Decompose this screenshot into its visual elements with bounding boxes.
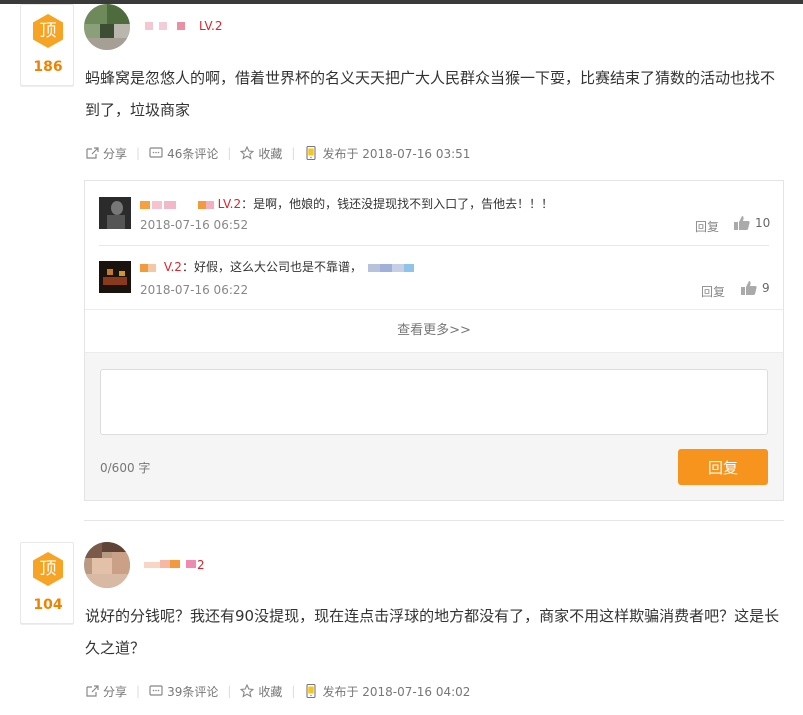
favorite-label: 收藏 — [258, 146, 283, 161]
reply-time: 2018-07-16 06:22 — [140, 283, 249, 297]
publish-info: 发布于 2018-07-16 03:51 — [304, 145, 470, 162]
comments-count: 39条评论 — [167, 684, 219, 699]
user-level: 2 — [197, 558, 205, 572]
comments-button[interactable]: 39条评论 — [149, 683, 218, 700]
share-icon — [85, 146, 99, 160]
reply-user-level: LV.2 — [217, 197, 242, 211]
divider: | — [227, 684, 232, 698]
phone-icon — [304, 683, 318, 699]
reply-blurred-mention — [367, 263, 416, 272]
comment-divider — [84, 520, 784, 521]
comment-bubble-icon — [149, 684, 163, 698]
reply-button[interactable]: 回复 — [695, 218, 719, 235]
reply-username-blurred[interactable] — [140, 263, 156, 272]
upvote-box[interactable]: 顶 104 — [20, 542, 74, 624]
comment-text: 说好的分钱呢？我还有90没提现，现在连点击浮球的地方都没有了，商家不用这样欺骗消… — [85, 607, 780, 657]
upvote-hexagon-icon: 顶 — [30, 13, 66, 49]
comment-actions: 分享 | 39条评论 | 收藏 | 发布于 2018-07-16 04:02 — [85, 681, 470, 701]
favorite-button[interactable]: 收藏 — [240, 683, 282, 700]
upvote-count: 104 — [33, 597, 63, 613]
user-level: LV.2 — [199, 19, 223, 33]
phone-icon — [304, 145, 318, 161]
reply-text: ：好假，这么大公司也是不靠谱， — [181, 260, 362, 274]
reply-avatar[interactable] — [99, 261, 131, 293]
divider: | — [136, 684, 141, 698]
thumbs-up-icon — [740, 280, 758, 296]
comment-bubble-icon — [149, 146, 163, 160]
share-label: 分享 — [103, 146, 128, 161]
like-button[interactable]: 10 — [733, 215, 770, 231]
thumbs-up-icon — [733, 215, 751, 231]
comments-button[interactable]: 46条评论 — [149, 145, 218, 162]
comment-actions: 分享 | 46条评论 | 收藏 | 发布于 2018-07-16 03:51 — [85, 143, 470, 163]
divider: | — [136, 146, 141, 160]
upvote-label: 顶 — [39, 21, 57, 41]
reply-editor: 0/600 字 回复 — [85, 352, 783, 500]
divider: | — [227, 146, 232, 160]
upvote-box[interactable]: 顶 186 — [20, 4, 74, 86]
char-count: 0/600 字 — [100, 461, 151, 475]
like-count: 10 — [755, 216, 771, 230]
reply-button[interactable]: 回复 — [701, 283, 725, 300]
comment-text: 蚂蜂窝是忽悠人的啊，借着世界杯的名义天天把广大人民群众当猴一下耍，比赛结束了猜数… — [85, 69, 776, 119]
like-button[interactable]: 9 — [740, 280, 770, 296]
publish-info: 发布于 2018-07-16 04:02 — [304, 683, 470, 700]
username-blurred[interactable] — [144, 560, 184, 568]
username-blurred[interactable] — [145, 22, 187, 30]
share-label: 分享 — [103, 684, 128, 699]
upvote-hexagon-icon: 顶 — [30, 551, 66, 587]
reply-panel: LV.2：是啊，他娘的，钱还没提现找不到入口了，告他去！！！ 2018-07-1… — [84, 180, 784, 501]
divider: | — [291, 684, 296, 698]
share-button[interactable]: 分享 — [85, 683, 127, 700]
view-more-link[interactable]: 查看更多>> — [85, 309, 783, 351]
share-icon — [85, 684, 99, 698]
reply-time: 2018-07-16 06:52 — [140, 218, 249, 232]
reply-username-blurred[interactable] — [140, 200, 188, 209]
like-count: 9 — [762, 281, 770, 295]
star-icon — [240, 683, 255, 698]
reply-text: ：是啊，他娘的，钱还没提现找不到入口了，告他去！！！ — [241, 197, 554, 211]
publish-time: 发布于 2018-07-16 04:02 — [322, 684, 471, 699]
divider: | — [291, 146, 296, 160]
user-avatar[interactable] — [84, 542, 130, 588]
reply-user-level: V.2 — [163, 260, 182, 274]
reply-username-blurred-2[interactable] — [197, 200, 214, 209]
star-icon — [240, 145, 255, 160]
reply-line: LV.2：是啊，他娘的，钱还没提现找不到入口了，告他去！！！ — [140, 195, 553, 212]
reply-avatar[interactable] — [99, 197, 131, 229]
reply-item: LV.2：是啊，他娘的，钱还没提现找不到入口了，告他去！！！ 2018-07-1… — [85, 181, 783, 245]
username-blurred-2[interactable] — [186, 560, 196, 568]
upvote-label: 顶 — [39, 559, 57, 579]
publish-time: 发布于 2018-07-16 03:51 — [322, 146, 471, 161]
share-button[interactable]: 分享 — [85, 145, 127, 162]
user-avatar[interactable] — [84, 4, 130, 50]
upvote-count: 186 — [33, 59, 63, 75]
reply-item: V.2：好假，这么大公司也是不靠谱， 2018-07-16 06:22 回复 9 — [85, 245, 783, 309]
favorite-label: 收藏 — [258, 684, 283, 699]
submit-reply-button[interactable]: 回复 — [678, 449, 768, 485]
comments-count: 46条评论 — [167, 146, 219, 161]
reply-input[interactable] — [100, 369, 768, 435]
reply-line: V.2：好假，这么大公司也是不靠谱， — [140, 258, 416, 275]
favorite-button[interactable]: 收藏 — [240, 145, 282, 162]
